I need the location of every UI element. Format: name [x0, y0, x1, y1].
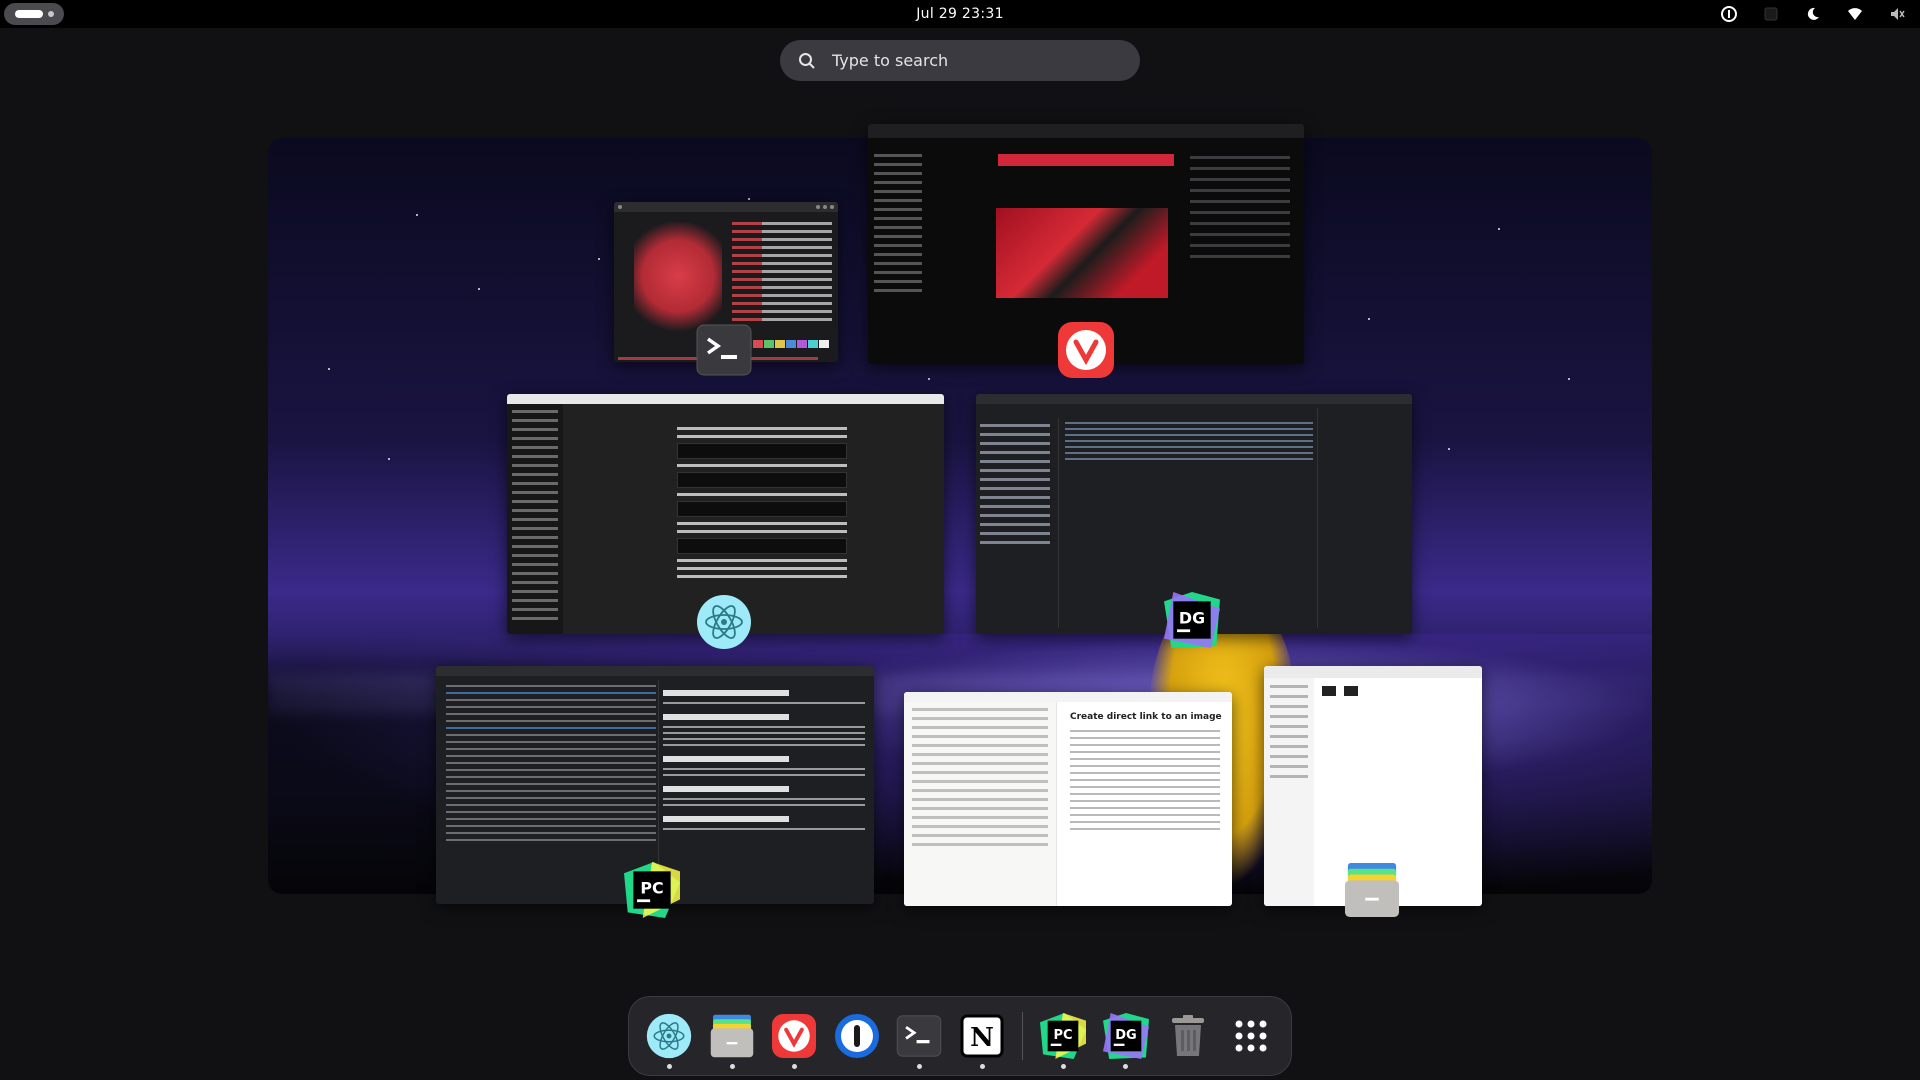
datagrip-icon: DG	[1102, 1013, 1149, 1059]
dock-terminal[interactable]	[895, 1011, 944, 1069]
file-thumbnail	[1344, 686, 1358, 696]
svg-text:DG: DG	[1179, 609, 1205, 628]
dock-trash[interactable]	[1164, 1011, 1213, 1061]
workspace-indicator-active	[14, 10, 43, 18]
notion-window-thumbnail[interactable]: Create direct link to an image	[904, 692, 1232, 906]
running-indicator	[1060, 1064, 1066, 1069]
search-input[interactable]	[830, 50, 1114, 71]
app-indicator-icon[interactable]	[1762, 5, 1780, 23]
wifi-icon[interactable]	[1846, 5, 1864, 23]
datagrip-titlebar	[976, 394, 1412, 404]
notion-page: Create direct link to an image	[1070, 712, 1222, 835]
electron-app-icon	[647, 1013, 692, 1059]
dock-pycharm[interactable]: PC	[1039, 1011, 1088, 1069]
dock-show-apps[interactable]	[1226, 1011, 1275, 1061]
1password-icon	[834, 1014, 879, 1058]
vivaldi-app-icon	[1058, 322, 1114, 378]
files-sidebar	[1264, 678, 1314, 906]
password-manager-icon[interactable]	[1720, 5, 1738, 23]
clock[interactable]: Jul 29 23:31	[916, 6, 1004, 22]
dock-files[interactable]	[708, 1011, 757, 1069]
dock-datagrip[interactable]: DG	[1101, 1011, 1150, 1069]
files-app-icon	[1344, 862, 1400, 918]
notion-sidebar	[904, 702, 1057, 906]
notion-icon: N	[960, 1014, 1004, 1058]
vivaldi-titlebar	[868, 124, 1304, 138]
svg-text:N: N	[970, 1023, 994, 1053]
running-indicator	[667, 1064, 672, 1069]
workspace-indicator	[47, 11, 54, 17]
reddit-post-image	[996, 208, 1168, 298]
app-grid-icon	[1235, 1020, 1267, 1052]
electron-app-icon	[696, 594, 752, 650]
file-thumbnail	[1322, 686, 1336, 696]
trash-icon	[1172, 1015, 1205, 1056]
datagrip-app-icon: DG	[1164, 592, 1220, 648]
datagrip-database-tree	[980, 418, 1050, 550]
svg-text:DG: DG	[1115, 1028, 1137, 1043]
reddit-sidebar	[874, 148, 934, 358]
svg-text:PC: PC	[1054, 1028, 1073, 1043]
running-indicator	[729, 1064, 735, 1069]
pycharm-app-icon: PC	[624, 862, 680, 918]
running-indicator	[1123, 1064, 1129, 1069]
search-icon	[799, 52, 815, 69]
pycharm-titlebar	[436, 666, 874, 676]
dash-dock: N PC DG	[628, 996, 1292, 1076]
terminal-color-palette	[742, 340, 829, 348]
terminal-icon	[897, 1015, 942, 1057]
chatgpt-conversation	[677, 422, 847, 583]
terminal-titlebar	[614, 202, 838, 212]
svg-text:PC: PC	[640, 879, 663, 898]
notion-page-title: Create direct link to an image	[1070, 712, 1222, 722]
pycharm-icon: PC	[1040, 1013, 1087, 1059]
reddit-right-panel	[1190, 148, 1290, 358]
files-titlebar	[1264, 666, 1482, 678]
chatgpt-sidebar	[507, 404, 563, 634]
reddit-feed	[996, 174, 1176, 344]
running-indicator	[792, 1064, 797, 1069]
system-tray[interactable]	[1720, 0, 1906, 28]
terminal-sysinfo-lines	[732, 222, 832, 326]
reddit-banner	[998, 154, 1174, 166]
desktop-screen: Jul 29 23:31 Type to search Create direc…	[0, 0, 1920, 1080]
datagrip-side-panel	[1317, 408, 1408, 628]
pycharm-markdown-editor	[446, 680, 656, 846]
dock-separator	[1022, 1012, 1023, 1060]
chatgpt-titlebar	[507, 394, 944, 404]
dock-vivaldi[interactable]	[770, 1011, 819, 1069]
top-bar: Jul 29 23:31	[0, 0, 1920, 28]
pycharm-markdown-preview	[658, 680, 869, 900]
search-entry[interactable]	[780, 40, 1140, 81]
notion-titlebar	[904, 692, 1232, 702]
terminal-app-icon	[696, 322, 752, 378]
dock-1password[interactable]	[833, 1011, 882, 1061]
volume-muted-icon[interactable]	[1888, 5, 1906, 23]
vivaldi-icon	[772, 1014, 817, 1058]
files-icon	[710, 1014, 753, 1058]
dock-electron-app[interactable]	[645, 1011, 694, 1069]
running-indicator	[917, 1064, 922, 1069]
running-indicator	[979, 1064, 985, 1069]
dock-notion[interactable]: N	[958, 1011, 1007, 1069]
night-light-icon[interactable]	[1804, 5, 1822, 23]
activities-button[interactable]	[4, 3, 64, 25]
